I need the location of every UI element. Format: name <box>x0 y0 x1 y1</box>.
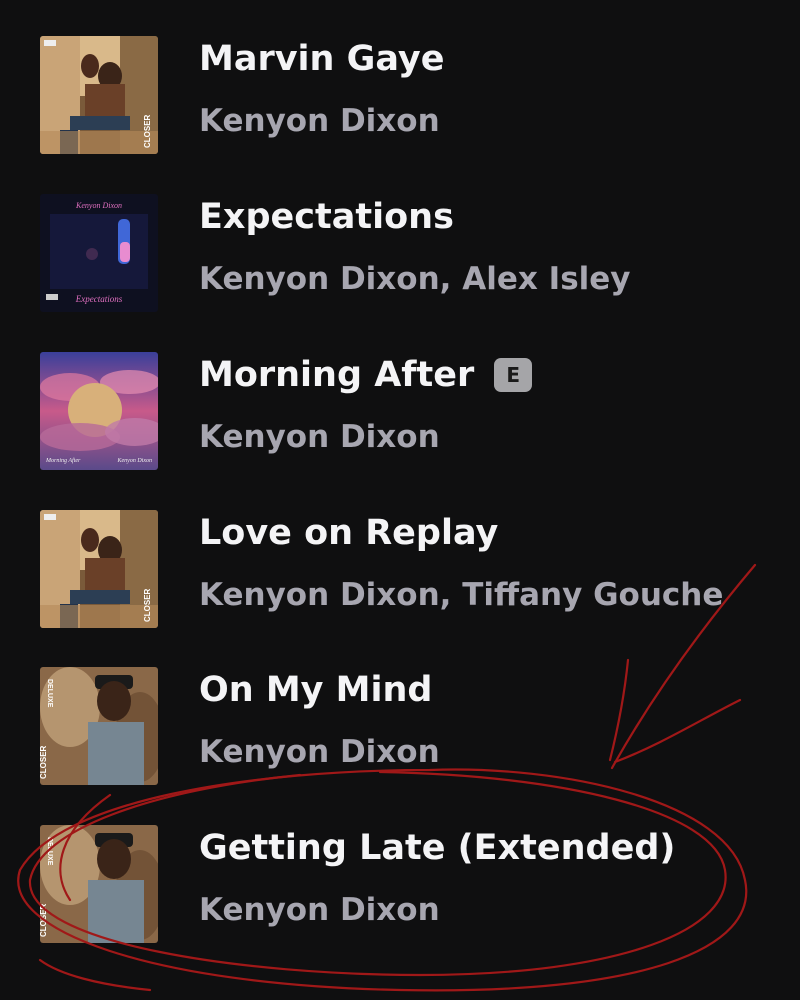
track-artist: Kenyon Dixon, Tiffany Gouche <box>199 577 724 613</box>
album-art-closer-deluxe: DELUXE CLOSER <box>40 667 158 785</box>
track-title: Morning After E <box>199 355 533 395</box>
track-title: Expectations <box>199 197 454 237</box>
album-art-expectations: Kenyon Dixon Expectations <box>40 194 158 312</box>
track-row[interactable]: Kenyon Dixon Expectations Expectations K… <box>0 194 800 352</box>
track-title: On My Mind <box>199 670 433 710</box>
track-artist: Kenyon Dixon <box>199 734 440 770</box>
album-art-caption-bottom: CLOSER <box>40 745 48 779</box>
svg-text:CLOSER: CLOSER <box>143 114 152 148</box>
album-art-caption-top: DELUXE <box>46 679 53 708</box>
explicit-badge: E <box>494 358 533 392</box>
track-artist: Kenyon Dixon <box>199 103 440 139</box>
track-artist: Kenyon Dixon <box>199 419 440 455</box>
album-art-caption-right: Kenyon Dixon <box>117 458 153 464</box>
album-art-caption-left: Morning After <box>45 457 81 464</box>
album-art-closer: CLOSER <box>40 36 158 154</box>
track-artist: Kenyon Dixon, Alex Isley <box>199 261 631 297</box>
svg-text:CLOSER: CLOSER <box>143 588 152 622</box>
album-art-caption-top: DELUXE <box>46 837 53 866</box>
album-art-caption-top: Kenyon Dixon <box>75 201 122 210</box>
album-art-morning-after: Morning After Kenyon Dixon <box>40 352 158 470</box>
track-row[interactable]: CLOSER Love on Replay Kenyon Dixon, Tiff… <box>0 510 800 668</box>
album-art-closer-deluxe: DELUXE CLOSER <box>40 825 158 943</box>
album-art-caption-bottom: CLOSER <box>40 903 48 937</box>
album-art-caption-bottom: Expectations <box>75 294 123 304</box>
track-row[interactable]: Morning After Kenyon Dixon Morning After… <box>0 352 800 510</box>
track-title: Getting Late (Extended) <box>199 828 676 868</box>
track-row[interactable]: CLOSER Marvin Gaye Kenyon Dixon <box>0 36 800 194</box>
track-title: Marvin Gaye <box>199 39 445 79</box>
track-row[interactable]: DELUXE CLOSER On My Mind Kenyon Dixon <box>0 667 800 825</box>
track-title: Love on Replay <box>199 513 499 553</box>
track-artist: Kenyon Dixon <box>199 892 440 928</box>
track-row[interactable]: DELUXE CLOSER Getting Late (Extended) Ke… <box>0 825 800 983</box>
album-art-closer: CLOSER <box>40 510 158 628</box>
